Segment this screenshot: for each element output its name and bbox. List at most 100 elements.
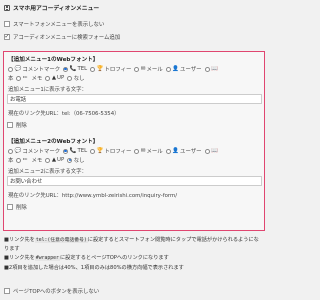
hide-pagetop-checkbox[interactable] [4,288,10,294]
menu1-icon-option[interactable]: ✉ メール [134,65,163,73]
menu1-icon-icon: ✏ [22,75,28,81]
menu1-link-label: 現在のリンク先URL： [8,111,62,117]
menu2-icon-option[interactable]: ✏ [16,157,28,163]
hide-pagetop-label: ページTOPへのボタンを表示しない [13,289,100,295]
menu2-link: 現在のリンク先URL：http://www.ymbl-zeirishi.com/… [8,191,177,199]
menu1-icon-radio[interactable] [165,66,171,72]
add-search-form-option[interactable]: ✓ アコーディオンメニューに検索フォーム追加 [4,33,120,41]
menu1-text-input[interactable]: お電話 [7,94,262,104]
menu2-icon-option[interactable]: 👤 ユーザー [165,147,202,155]
menu1-icon-option[interactable]: ▲ UP [45,75,64,81]
hide-smartphone-menu-option[interactable]: スマートフォンメニューを表示しない [4,20,104,28]
menu2-delete-label: 削除 [16,204,27,211]
hide-pagetop-option[interactable]: ページTOPへのボタンを表示しない [4,287,99,295]
menu1-link: 現在のリンク先URL：tel:（06-7506-5354） [8,109,120,117]
hide-smartphone-menu-checkbox[interactable] [4,21,10,27]
menu2-icon-radio[interactable] [165,148,171,154]
menu1-icon-radio[interactable] [63,66,69,72]
menu2-delete-checkbox[interactable] [7,203,13,210]
menu1-icon-option[interactable]: なし [67,74,85,82]
menu2-icon-radio[interactable] [16,157,22,163]
menu2-icon-option[interactable]: ▲ UP [45,157,64,163]
menu2-icon-icon: 💬 [14,148,22,154]
note-width: ■2項目を追加した場合は40%、1項目のみは80%の横方向幅で表示されます [4,265,184,271]
menu1-icon-option[interactable]: 📞 TEL [63,66,87,72]
menu1-icon-icon: 📖 [211,66,218,72]
menu1-icon-row-2: 本 ✏ メモ ▲ UP なし [8,74,88,82]
menu1-icon-label: なし [73,76,85,82]
additional-menu-panel: 【追加メニュー1のWebフォント】 💬 コメントマーク 📞 TEL 🏆 トロフィー ✉ メール… [3,51,265,231]
menu2-icon-label: ユーザー [180,149,202,155]
menu2-icon-option[interactable]: 📞 TEL [63,148,87,154]
menu2-icon-icon: 📖 [211,148,218,154]
menu2-text-input[interactable]: お問い合わせ [7,176,262,186]
menu2-icon-option[interactable]: 本 [8,156,13,164]
menu1-icon-option[interactable]: 💬 コメントマーク [8,65,60,73]
menu1-icon-option[interactable]: メモ [32,74,43,82]
menu1-icon-label: ユーザー [180,67,202,73]
section-header: スマホ用アコーディオンメニュー [4,3,261,12]
menu2-delete-option[interactable]: 削除 [7,202,262,211]
menu1-icon-radio[interactable] [8,66,13,72]
menu1-delete-checkbox[interactable] [7,121,13,128]
menu2-icon-icon: 👤 [172,148,180,154]
menu2-icon-radio[interactable] [204,148,210,154]
menu1-icon-radio[interactable] [134,66,140,72]
add-search-form-checkbox[interactable]: ✓ [4,34,10,40]
hide-smartphone-menu-label: スマートフォンメニューを表示しない [13,22,105,28]
menu1-icon-icon: ✉ [140,66,146,72]
menu2-icon-option[interactable]: 📖 [204,148,219,154]
note-wrapper: ■リンク先を#wrapperに設定するとページTOPへのリンクになります [4,255,169,261]
menu2-icon-label: コメントマーク [22,149,61,155]
menu1-icon-row-1: 💬 コメントマーク 📞 TEL 🏆 トロフィー ✉ メール 👤 ユーザー 📖 [8,65,222,73]
menu2-icon-label: 本 [8,158,14,164]
menu2-icon-option[interactable]: 🏆 トロフィー [90,147,131,155]
menu1-icon-label: UP [57,75,65,81]
menu1-icon-icon: ▲ [51,75,57,81]
menu2-title: 【追加メニュー2のWebフォント】 [8,139,99,145]
menu2-link-label: 現在のリンク先URL： [8,193,62,199]
menu1-icon-label: コメントマーク [22,67,61,73]
menu2-icon-row-1: 💬 コメントマーク 📞 TEL 🏆 トロフィー ✉ メール 👤 ユーザー 📖 [8,147,222,155]
menu2-icon-option[interactable]: なし [67,156,85,164]
menu1-icon-label: メモ [31,76,43,82]
menu1-delete-label: 削除 [16,122,27,129]
menu2-link-value[interactable]: http://www.ymbl-zeirishi.com/inquiry-for… [62,193,177,199]
menu1-icon-label: 本 [8,76,14,82]
menu1-delete-option[interactable]: 削除 [7,120,262,129]
menu2-icon-radio[interactable] [67,157,73,163]
menu1-icon-radio[interactable] [67,75,73,81]
menu1-icon-radio[interactable] [90,66,96,72]
menu2-icon-radio[interactable] [45,157,51,163]
menu2-icon-icon: 🏆 [96,148,104,154]
menu2-text-label: 追加メニュー2に表示する文字： [8,169,87,175]
menu1-icon-option[interactable]: 👤 ユーザー [165,65,202,73]
menu2-icon-option[interactable]: メモ [32,156,43,164]
menu1-icon-icon: 📞 [69,66,77,72]
menu2-icon-row-2: 本 ✏ メモ ▲ UP なし [8,156,88,164]
menu2-icon-radio[interactable] [90,148,96,154]
menu2-icon-icon: ✉ [140,148,146,154]
menu1-text-label: 追加メニュー1に表示する文字： [8,87,87,93]
menu2-icon-label: メモ [31,158,43,164]
section-title: スマホ用アコーディオンメニュー [13,6,100,12]
menu1-icon-icon: 👤 [172,66,180,72]
menu2-icon-label: トロフィー [104,149,132,155]
menu1-icon-option[interactable]: 本 [8,74,13,82]
add-search-form-label: アコーディオンメニューに検索フォーム追加 [13,35,121,41]
menu1-icon-radio[interactable] [45,75,51,81]
note-tel: ■リンク先をtel:(任意の電話番号)に設定するとスマートフォン閲覧時にタップで… [4,237,259,252]
menu2-icon-radio[interactable] [134,148,140,154]
menu2-icon-radio[interactable] [8,148,13,154]
menu2-icon-option[interactable]: ✉ メール [134,147,163,155]
menu1-link-value[interactable]: tel:（06-7506-5354） [62,111,120,117]
menu2-icon-radio[interactable] [63,148,69,154]
menu2-icon-icon: ✏ [22,157,28,163]
menu1-icon-label: メール [146,67,163,73]
menu1-icon-radio[interactable] [204,66,210,72]
menu1-icon-radio[interactable] [16,75,22,81]
menu1-icon-option[interactable]: 🏆 トロフィー [90,65,131,73]
menu1-icon-option[interactable]: ✏ [16,75,28,81]
menu2-icon-option[interactable]: 💬 コメントマーク [8,147,60,155]
menu1-icon-option[interactable]: 📖 [204,66,219,72]
